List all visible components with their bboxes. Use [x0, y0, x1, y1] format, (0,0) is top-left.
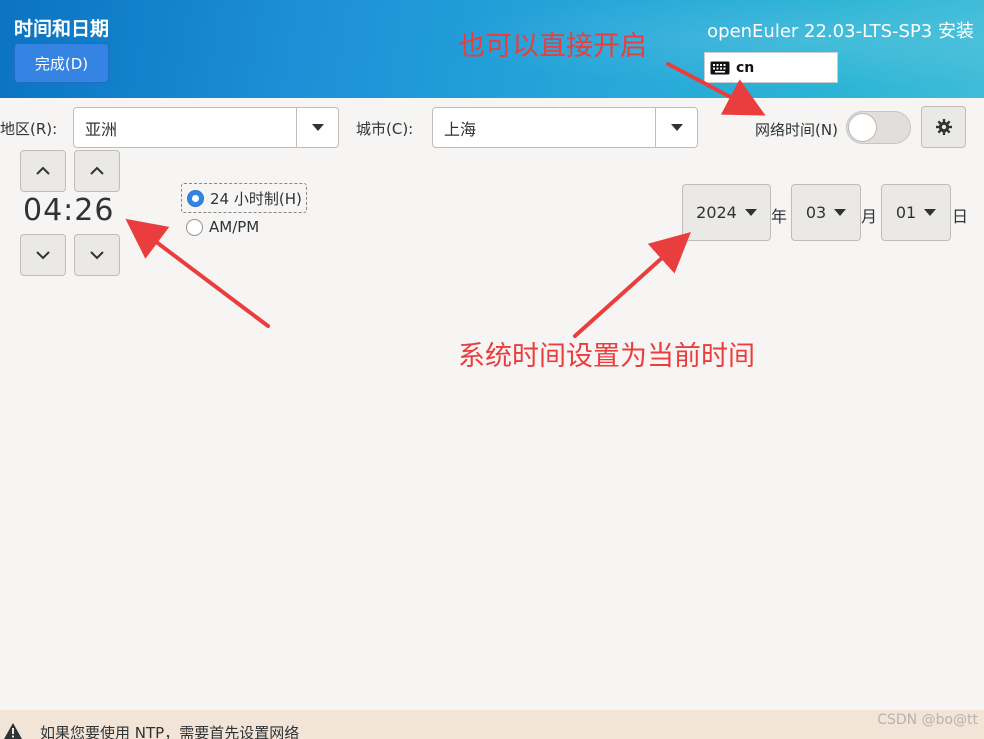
arrow-to-network-toggle: [666, 62, 766, 116]
annotation-arrows: [125, 62, 766, 338]
arrow-to-time: [125, 218, 270, 328]
watermark: CSDN @bo@tt: [877, 712, 978, 728]
warning-icon: [4, 723, 22, 739]
arrow-to-date: [573, 231, 691, 338]
warning-text: 如果您要使用 NTP，需要首先设置网络: [40, 724, 300, 739]
